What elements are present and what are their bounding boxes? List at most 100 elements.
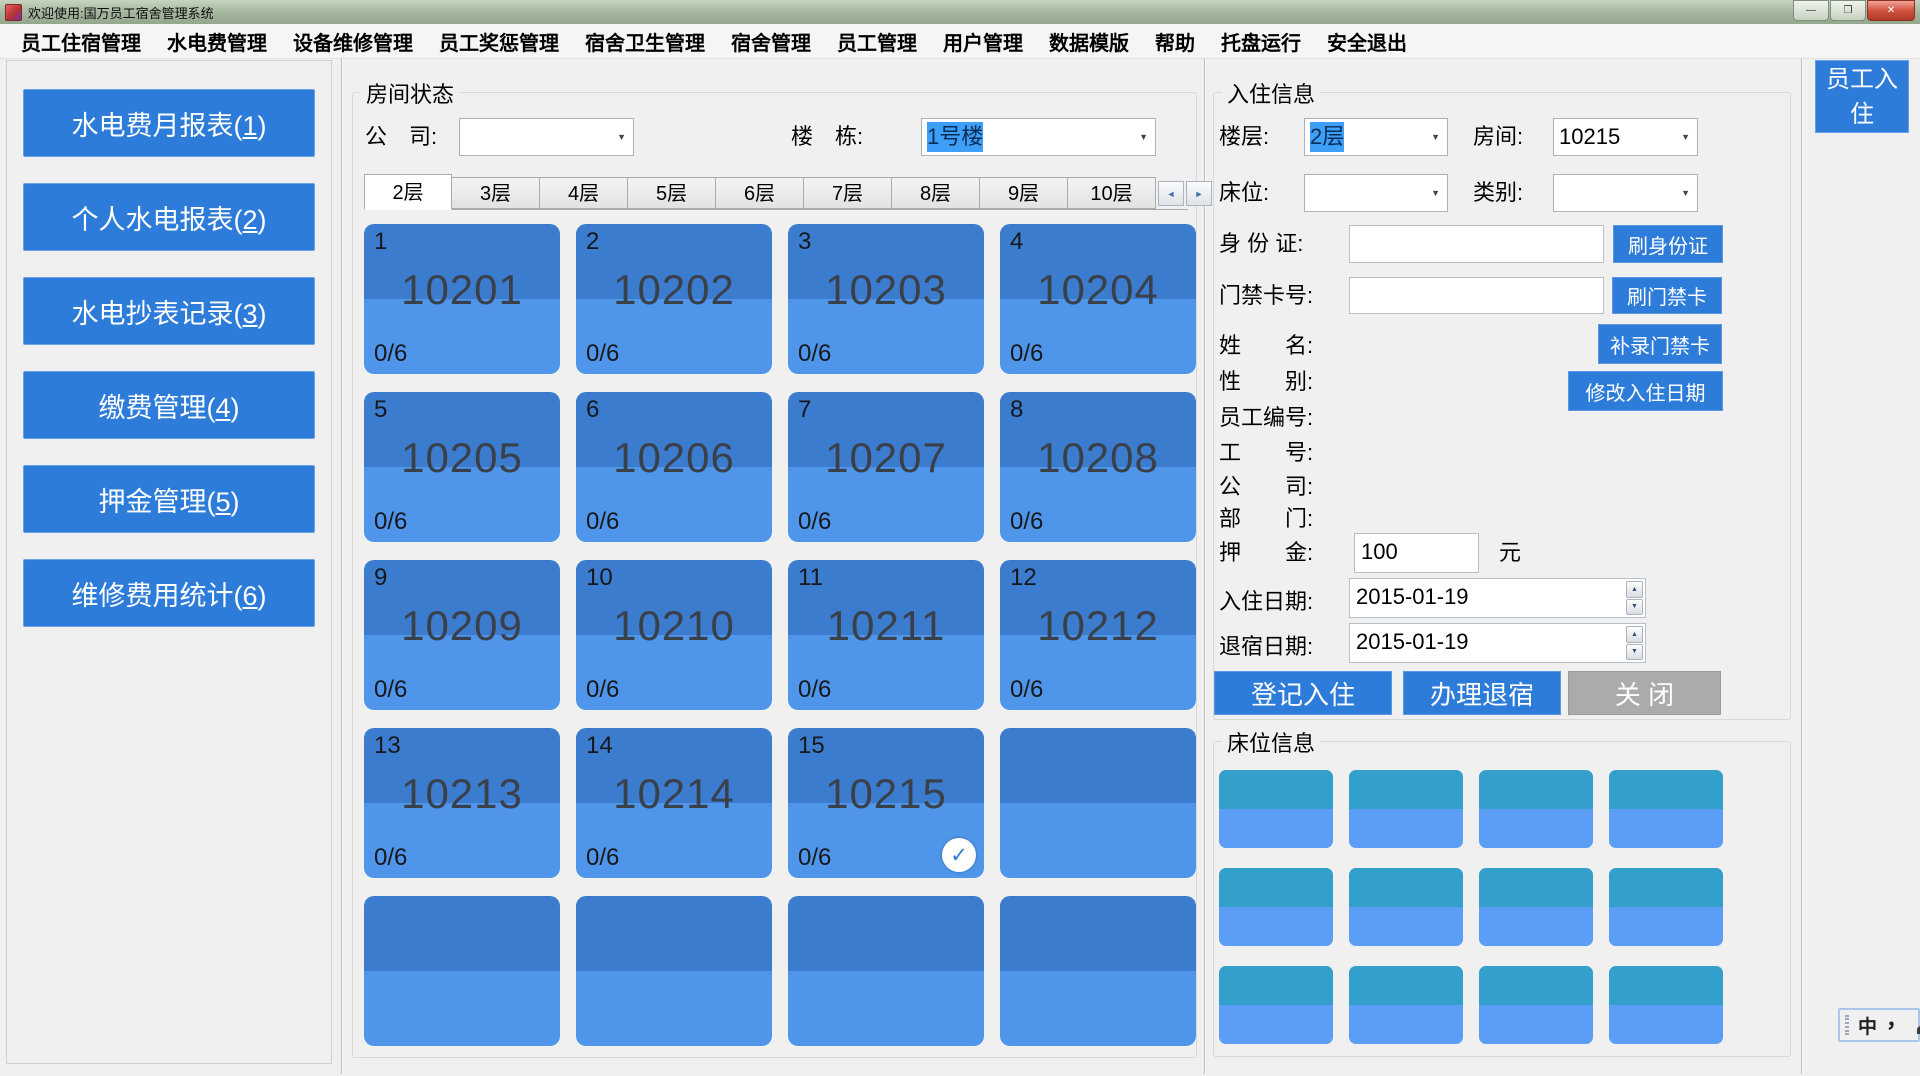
menu-item[interactable]: 员工住宿管理	[8, 27, 154, 56]
room-occupancy: 0/6	[1010, 676, 1043, 704]
room-card-10215[interactable]: 15102150/6✓	[788, 728, 984, 878]
floor-tab-4层[interactable]: 4层	[540, 177, 628, 209]
bed-card[interactable]	[1479, 966, 1593, 1044]
scan-access-card-button[interactable]: 刷门禁卡	[1612, 277, 1722, 314]
room-card-empty[interactable]	[364, 896, 560, 1046]
deposit-input[interactable]: 100	[1354, 533, 1479, 573]
room-select[interactable]: 10215 ▼	[1553, 118, 1698, 156]
spin-up-button[interactable]: ▲	[1626, 581, 1643, 598]
room-number: 10204	[1000, 266, 1196, 314]
menu-item[interactable]: 安全退出	[1314, 27, 1420, 56]
menu-item[interactable]: 宿舍管理	[718, 27, 824, 56]
spin-up-button[interactable]: ▲	[1626, 626, 1643, 643]
floor-tab-8层[interactable]: 8层	[892, 177, 980, 209]
floor-tab-2层[interactable]: 2层	[364, 174, 452, 210]
menu-item[interactable]: 员工奖惩管理	[426, 27, 572, 56]
tab-scroll-right-icon[interactable]: ►	[1186, 181, 1212, 206]
bed-card[interactable]	[1609, 966, 1723, 1044]
company-select[interactable]: ▼	[459, 118, 634, 156]
room-card-10210[interactable]: 10102100/6	[576, 560, 772, 710]
bed-card[interactable]	[1609, 770, 1723, 848]
id-input[interactable]	[1349, 225, 1604, 263]
sidebar-button[interactable]: 维修费用统计(6)	[23, 559, 315, 627]
sidebar-button[interactable]: 个人水电报表(2)	[23, 183, 315, 251]
makeup-access-card-button[interactable]: 补录门禁卡	[1598, 324, 1722, 364]
room-occupancy: 0/6	[798, 844, 831, 872]
room-card-empty[interactable]	[1000, 728, 1196, 878]
room-card-10209[interactable]: 9102090/6	[364, 560, 560, 710]
room-card-10206[interactable]: 6102060/6	[576, 392, 772, 542]
menu-bar: 员工住宿管理水电费管理设备维修管理员工奖惩管理宿舍卫生管理宿舍管理员工管理用户管…	[0, 24, 1920, 59]
room-index: 9	[374, 564, 387, 592]
room-occupancy: 0/6	[798, 340, 831, 368]
register-checkin-button[interactable]: 登记入住	[1214, 671, 1392, 715]
menu-item[interactable]: 数据模版	[1036, 27, 1142, 56]
floor-tab-3层[interactable]: 3层	[452, 177, 540, 209]
sidebar-button[interactable]: 缴费管理(4)	[23, 371, 315, 439]
spin-down-button[interactable]: ▼	[1626, 599, 1643, 616]
process-checkout-button[interactable]: 办理退宿	[1403, 671, 1561, 715]
floor-label: 楼层:	[1219, 118, 1269, 156]
menu-item[interactable]: 员工管理	[824, 27, 930, 56]
bed-card[interactable]	[1219, 966, 1333, 1044]
sidebar-button[interactable]: 水电抄表记录(3)	[23, 277, 315, 345]
checkin-date-input[interactable]: 2015-01-19 ▲ ▼	[1349, 578, 1646, 618]
langbar-grip-icon[interactable]	[1845, 1015, 1849, 1035]
floor-tab-5层[interactable]: 5层	[628, 177, 716, 209]
floor-tab-9层[interactable]: 9层	[980, 177, 1068, 209]
room-card-10201[interactable]: 1102010/6	[364, 224, 560, 374]
room-number: 10214	[576, 770, 772, 818]
room-card-10211[interactable]: 11102110/6	[788, 560, 984, 710]
language-bar[interactable]: 中 ，	[1838, 1008, 1920, 1042]
room-card-10213[interactable]: 13102130/6	[364, 728, 560, 878]
menu-item[interactable]: 用户管理	[930, 27, 1036, 56]
floor-tab-10层[interactable]: 10层	[1068, 177, 1156, 209]
tab-scroll-left-icon[interactable]: ◄	[1158, 181, 1184, 206]
bed-card[interactable]	[1349, 868, 1463, 946]
ime-punctuation-icon[interactable]: ，	[1886, 1015, 1908, 1025]
building-select[interactable]: 1号楼 ▼	[921, 118, 1156, 156]
room-card-10212[interactable]: 12102120/6	[1000, 560, 1196, 710]
scan-id-button[interactable]: 刷身份证	[1613, 225, 1723, 263]
room-card-empty[interactable]	[788, 896, 984, 1046]
minimize-button[interactable]: —	[1793, 0, 1829, 21]
room-card-10203[interactable]: 3102030/6	[788, 224, 984, 374]
maximize-button[interactable]: ❐	[1830, 0, 1866, 21]
bed-select[interactable]: ▼	[1304, 174, 1448, 212]
close-window-button[interactable]: ✕	[1867, 0, 1915, 21]
room-card-10202[interactable]: 2102020/6	[576, 224, 772, 374]
room-card-10205[interactable]: 5102050/6	[364, 392, 560, 542]
modify-checkin-date-button[interactable]: 修改入住日期	[1568, 371, 1723, 411]
menu-item[interactable]: 设备维修管理	[280, 27, 426, 56]
menu-item[interactable]: 宿舍卫生管理	[572, 27, 718, 56]
room-card-10214[interactable]: 14102140/6	[576, 728, 772, 878]
room-card-empty[interactable]	[1000, 896, 1196, 1046]
floor-select[interactable]: 2层 ▼	[1304, 118, 1448, 156]
floor-tab-7层[interactable]: 7层	[804, 177, 892, 209]
ime-chinese-indicator[interactable]: 中	[1858, 1012, 1877, 1039]
room-grid: 1102010/62102020/63102030/64102040/6 5102…	[364, 224, 1196, 1046]
menu-item[interactable]: 帮助	[1142, 27, 1208, 56]
bed-card[interactable]	[1349, 966, 1463, 1044]
close-panel-button[interactable]: 关 闭	[1568, 671, 1721, 715]
bed-card[interactable]	[1609, 868, 1723, 946]
sidebar-button[interactable]: 押金管理(5)	[23, 465, 315, 533]
access-card-input[interactable]	[1349, 277, 1604, 314]
bed-card[interactable]	[1219, 770, 1333, 848]
room-card-10204[interactable]: 4102040/6	[1000, 224, 1196, 374]
floor-tab-6层[interactable]: 6层	[716, 177, 804, 209]
menu-item[interactable]: 水电费管理	[154, 27, 280, 56]
menu-item[interactable]: 托盘运行	[1208, 27, 1314, 56]
category-select[interactable]: ▼	[1553, 174, 1698, 212]
checkout-date-input[interactable]: 2015-01-19 ▲ ▼	[1349, 623, 1646, 663]
bed-card[interactable]	[1219, 868, 1333, 946]
bed-card[interactable]	[1479, 868, 1593, 946]
room-card-10208[interactable]: 8102080/6	[1000, 392, 1196, 542]
room-card-empty[interactable]	[576, 896, 772, 1046]
employee-checkin-button[interactable]: 员工入住	[1815, 60, 1909, 133]
bed-card[interactable]	[1349, 770, 1463, 848]
bed-card[interactable]	[1479, 770, 1593, 848]
room-card-10207[interactable]: 7102070/6	[788, 392, 984, 542]
spin-down-button[interactable]: ▼	[1626, 644, 1643, 661]
sidebar-button[interactable]: 水电费月报表(1)	[23, 89, 315, 157]
